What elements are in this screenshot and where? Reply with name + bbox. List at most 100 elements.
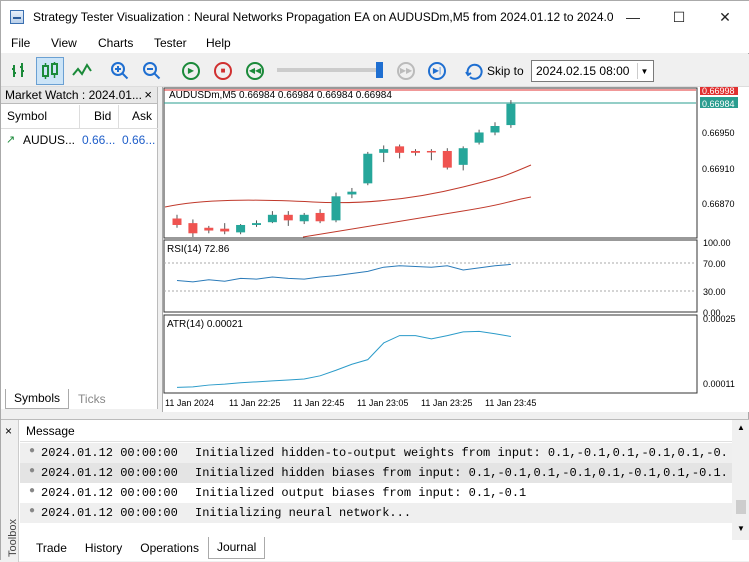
rsi-tick-label: 100.00 xyxy=(703,238,731,248)
tab-ticks[interactable]: Ticks xyxy=(69,389,115,409)
price-tick-label: 0.66984 xyxy=(702,99,735,109)
candlestick-chart-button[interactable] xyxy=(36,57,64,85)
log-row[interactable]: ● 2024.01.12 00:00:00 Initialized hidden… xyxy=(20,463,732,483)
candle-body xyxy=(172,218,182,225)
scrollbar-thumb[interactable] xyxy=(736,500,746,514)
log-row[interactable]: ● 2024.01.12 00:00:00 Initialized hidden… xyxy=(20,443,732,463)
column-symbol[interactable]: Symbol xyxy=(7,109,47,123)
log-dot-icon: ● xyxy=(29,506,36,517)
candle-body xyxy=(474,132,484,143)
toolbox-tabs: Trade History Operations Journal xyxy=(27,537,266,560)
candle-body xyxy=(379,149,389,153)
minimize-button[interactable]: — xyxy=(610,1,656,33)
rsi-pane xyxy=(163,239,698,313)
stop-icon: ■ xyxy=(214,62,232,80)
skip-end-icon: ▶| xyxy=(428,62,446,80)
candle-body xyxy=(283,214,293,221)
candle-body xyxy=(458,148,468,165)
time-tick-label: 11 Jan 23:45 xyxy=(485,398,536,408)
log-row[interactable]: ● 2024.01.12 00:00:00 Initializing neura… xyxy=(20,503,732,523)
row-bid: 0.66... xyxy=(82,133,116,147)
menu-charts[interactable]: Charts xyxy=(98,33,133,53)
market-watch-close-icon[interactable]: × xyxy=(144,87,152,102)
menu-file[interactable]: File xyxy=(11,33,30,53)
zoom-out-button[interactable] xyxy=(138,57,166,85)
play-button[interactable]: ▶ xyxy=(177,57,205,85)
column-ask[interactable]: Ask xyxy=(132,109,152,123)
tab-operations[interactable]: Operations xyxy=(131,537,208,559)
scroll-up-icon[interactable]: ▲ xyxy=(737,423,745,432)
menu-bar: File View Charts Tester Help xyxy=(1,33,749,53)
tab-symbols[interactable]: Symbols xyxy=(5,389,70,409)
maximize-button[interactable]: ☐ xyxy=(656,1,702,33)
skip-date-input[interactable]: 2024.02.15 08:00 ▼ xyxy=(531,60,654,82)
stop-button[interactable]: ■ xyxy=(209,57,237,85)
market-watch-columns: Symbol Bid Ask xyxy=(1,105,158,129)
menu-tester[interactable]: Tester xyxy=(154,33,187,53)
candle-body xyxy=(252,223,261,225)
menu-view[interactable]: View xyxy=(51,33,77,53)
rewind-button[interactable]: ◀◀ xyxy=(241,57,269,85)
column-bid[interactable]: Bid xyxy=(94,109,111,123)
line-chart-button[interactable] xyxy=(68,57,96,85)
tab-trade[interactable]: Trade xyxy=(27,537,76,559)
candle-body xyxy=(204,227,214,231)
candlestick-icon xyxy=(42,62,58,79)
date-dropdown-icon[interactable]: ▼ xyxy=(637,63,651,79)
price-chart[interactable]: 0.66998 0.66984 0.66950 0.66910 0.66870 100.0… xyxy=(163,84,749,412)
candle-body xyxy=(442,150,452,168)
rewind-icon: ◀◀ xyxy=(246,62,264,80)
bar-chart-icon xyxy=(12,63,24,77)
speed-slider-thumb[interactable] xyxy=(376,62,383,78)
message-column-header[interactable]: Message xyxy=(20,420,732,442)
toolbox-sidebar: × Toolbox xyxy=(1,420,19,562)
zoom-in-button[interactable] xyxy=(106,57,134,85)
log-message: Initialized output biases from input: 0.… xyxy=(195,486,527,500)
log-scrollbar[interactable]: ▲ ▼ xyxy=(732,420,749,540)
atr-line xyxy=(176,330,511,388)
step-forward-button[interactable]: ▶▶ xyxy=(392,57,420,85)
tab-journal[interactable]: Journal xyxy=(207,537,266,559)
rsi-label: RSI(14) 72.86 xyxy=(167,244,230,255)
title-bar: Strategy Tester Visualization : Neural N… xyxy=(1,1,749,33)
price-pane xyxy=(163,87,698,239)
bar-chart-button[interactable] xyxy=(6,57,34,85)
time-tick-label: 11 Jan 2024 xyxy=(165,398,214,408)
log-row[interactable]: ● 2024.01.12 00:00:00 Initialized output… xyxy=(20,483,732,503)
speed-slider-track[interactable] xyxy=(277,68,381,72)
toolbox-panel: × Toolbox Message ● 2024.01.12 00:00:00 … xyxy=(1,419,749,562)
candle-body xyxy=(506,103,516,126)
log-message: Initializing neural network... xyxy=(195,506,412,520)
price-tick-label: 0.66950 xyxy=(702,128,735,138)
tab-history[interactable]: History xyxy=(76,537,131,559)
log-time: 2024.01.12 00:00:00 xyxy=(41,446,178,460)
line-chart-icon xyxy=(72,63,92,76)
market-watch-title: Market Watch : 2024.01... xyxy=(5,88,142,102)
skip-to-button[interactable] xyxy=(460,57,488,85)
row-symbol: AUDUS... xyxy=(23,133,76,147)
close-button[interactable]: ✕ xyxy=(702,1,748,33)
upper-envelope-line xyxy=(164,164,532,208)
candle-body xyxy=(490,126,500,133)
candle-body xyxy=(347,191,357,195)
candle-body xyxy=(363,153,373,184)
toolbox-close-icon[interactable]: × xyxy=(5,424,12,438)
market-watch-tabs: Symbols Ticks xyxy=(5,389,115,410)
skip-end-button[interactable]: ▶| xyxy=(423,57,451,85)
time-tick-label: 11 Jan 23:25 xyxy=(421,398,472,408)
chart-area[interactable]: 0.66998 0.66984 0.66950 0.66910 0.66870 100.0… xyxy=(162,84,749,412)
atr-pane xyxy=(163,314,698,394)
candle-body xyxy=(267,214,277,223)
candle-body xyxy=(331,196,341,221)
scroll-down-icon[interactable]: ▼ xyxy=(737,524,745,533)
market-watch-panel: Market Watch : 2024.01... × Symbol Bid A… xyxy=(1,87,158,409)
app-window: Strategy Tester Visualization : Neural N… xyxy=(0,0,749,562)
menu-help[interactable]: Help xyxy=(206,33,231,53)
log-dot-icon: ● xyxy=(29,466,36,477)
log-time: 2024.01.12 00:00:00 xyxy=(41,466,178,480)
candle-body xyxy=(299,214,309,222)
market-watch-row[interactable]: ↗ AUDUS... 0.66... 0.66... xyxy=(1,129,158,151)
candle-body xyxy=(220,228,230,232)
toolbox-label: Toolbox xyxy=(6,519,19,557)
chart-header: AUDUSDm,M5 0.66984 0.66984 0.66984 0.669… xyxy=(169,90,392,101)
